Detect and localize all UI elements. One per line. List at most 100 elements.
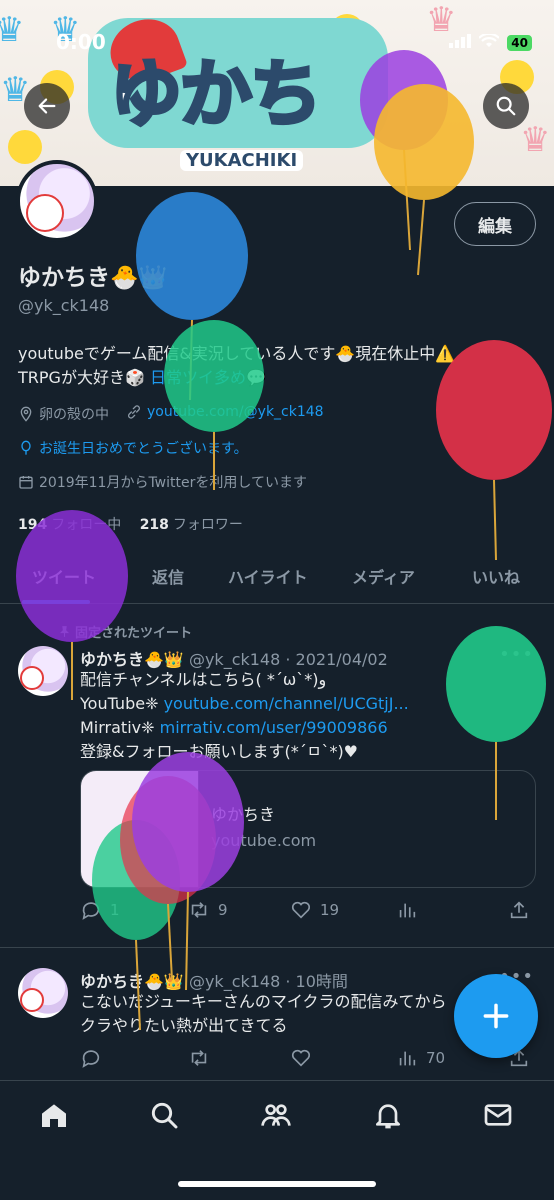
views-icon	[399, 903, 416, 918]
compose-icon	[483, 1003, 509, 1029]
following-link[interactable]: 194 フォロー中	[18, 517, 121, 533]
bio-line-2: TRPGが大好き🎲 日常ツイ多め💬	[18, 366, 538, 390]
like-icon	[291, 1049, 311, 1067]
pinned-tweet-label: 固定されたツイート	[58, 622, 192, 641]
views-button[interactable]	[396, 899, 426, 921]
following-count: 194	[18, 517, 48, 533]
tweet-actions: 70	[80, 1047, 540, 1073]
tweet-actions: 1 9 19	[80, 899, 540, 925]
wifi-icon	[478, 32, 501, 52]
back-arrow-icon	[38, 98, 56, 114]
like-button[interactable]: 19	[290, 899, 339, 921]
tab-tweets[interactable]: ツイート	[32, 564, 96, 588]
calendar-icon	[19, 476, 33, 489]
retweet-icon	[191, 902, 207, 918]
retweet-icon	[191, 1050, 207, 1066]
avatar-hen-illustration	[20, 988, 44, 1012]
like-button[interactable]	[290, 1047, 320, 1069]
followers-link[interactable]: 218 フォロワー	[140, 517, 243, 533]
reply-count: 1	[110, 901, 120, 919]
follow-stats: 194 フォロー中 218 フォロワー	[18, 514, 243, 534]
tab-media[interactable]: メディア	[352, 564, 415, 588]
mirrativ-link[interactable]: mirrativ.com/user/99009866	[160, 718, 388, 737]
profile-handle: @yk_ck148	[18, 296, 110, 315]
pin-icon	[59, 626, 70, 637]
profile-website[interactable]: youtube.com/@yk_ck148	[126, 404, 324, 420]
like-icon	[291, 901, 311, 919]
tweet-header: ゆかちき🐣👑 @yk_ck148 · 10時間	[80, 968, 348, 992]
bio-line-1: youtubeでゲーム配信&実況している人です🐣現在休止中⚠️	[18, 344, 456, 363]
share-button[interactable]	[508, 899, 530, 921]
profile-name: ゆかちき🐣👑	[18, 265, 168, 291]
tweet-line: Mirrativ❈ mirrativ.com/user/99009866	[80, 716, 540, 740]
edit-profile-button[interactable]: 編集	[454, 202, 536, 246]
tab-likes[interactable]: いいね	[472, 564, 520, 588]
communities-icon[interactable]	[260, 1099, 292, 1131]
youtube-link[interactable]: youtube.com/channel/UCGtjJ...	[164, 694, 409, 713]
retweet-button[interactable]: 9	[188, 899, 228, 921]
status-bar: 0:00 40	[0, 30, 554, 60]
tweet-line: 登録&フォローお願いします(*´ㅁ`*)♥	[80, 742, 359, 761]
status-time: 0:00	[56, 30, 106, 54]
home-indicator[interactable]	[178, 1181, 376, 1187]
bio-hashtag-link[interactable]: 日常ツイ多め	[150, 368, 246, 387]
website-link[interactable]: youtube.com/@yk_ck148	[147, 404, 324, 420]
tweet-line: 配信チャンネルはこちら( *ˊωˋ*)و	[80, 670, 327, 689]
tab-replies[interactable]: 返信	[152, 564, 184, 588]
home-icon[interactable]	[38, 1099, 70, 1131]
banner-crown-decoration: ♛	[520, 120, 551, 160]
battery-icon: 40	[507, 34, 532, 51]
tab-highlights[interactable]: ハイライト	[228, 564, 308, 588]
avatar-hen-illustration	[20, 666, 44, 690]
tweet-author-name[interactable]: ゆかちき🐣👑	[80, 650, 184, 669]
active-tab-indicator	[22, 600, 90, 604]
share-icon	[510, 901, 528, 919]
tweet-line: YouTube❈ youtube.com/channel/UCGtjJ...	[80, 692, 540, 716]
profile-tabs: ツイート 返信 ハイライト メディア いいね	[0, 548, 554, 604]
more-options-button[interactable]: •••	[499, 644, 534, 665]
tweet-author-name[interactable]: ゆかちき🐣👑	[80, 972, 184, 991]
profile-birthday: お誕生日おめでとうございます。	[18, 438, 248, 458]
notifications-icon[interactable]	[372, 1099, 404, 1131]
back-button[interactable]	[24, 83, 70, 129]
profile-joined: 2019年11月からTwitterを利用しています	[18, 472, 307, 492]
profile-bio: youtubeでゲーム配信&実況している人です🐣現在休止中⚠️ TRPGが大好き…	[18, 342, 538, 390]
views-button[interactable]: 70	[396, 1047, 445, 1069]
search-icon	[496, 96, 516, 116]
status-icons: 40	[449, 32, 532, 52]
link-icon	[128, 405, 140, 419]
avatar-hen-illustration	[26, 194, 64, 232]
tweet-meta: @yk_ck148 · 2021/04/02	[188, 650, 388, 669]
followers-count: 218	[139, 517, 169, 533]
profile-location: 卵の殻の中	[18, 404, 109, 424]
profile-avatar[interactable]	[16, 160, 98, 242]
link-preview-card[interactable]: ゆかちき youtube.com	[80, 770, 536, 888]
reply-button[interactable]: 1	[80, 899, 120, 921]
card-title: ゆかちき	[211, 805, 276, 824]
retweet-button[interactable]	[188, 1047, 218, 1069]
tweet-header: ゆかちき🐣👑 @yk_ck148 · 2021/04/02	[80, 646, 388, 670]
views-count: 70	[426, 1049, 446, 1067]
location-text: 卵の殻の中	[39, 407, 109, 423]
reply-icon	[82, 902, 100, 920]
bio-emoji: 💬	[245, 368, 266, 387]
bio-text: TRPGが大好き🎲	[18, 368, 150, 387]
profile-banner[interactable]: ♛ ♛ ♛ ♛ ♛ ゆかち YUKACHIKI	[0, 0, 554, 186]
tweet-avatar[interactable]	[18, 646, 68, 696]
banner-chick-decoration	[8, 130, 42, 164]
birthday-text: お誕生日おめでとうございます。	[39, 441, 248, 457]
tweet-text: YouTube❈	[80, 694, 164, 713]
reply-icon	[82, 1050, 100, 1068]
banner-logo-subtitle: YUKACHIKI	[180, 150, 304, 171]
pinned-label-text: 固定されたツイート	[75, 626, 193, 641]
retweet-count: 9	[218, 901, 228, 919]
messages-icon[interactable]	[482, 1099, 514, 1131]
tweet-text: Mirrativ❈	[80, 718, 160, 737]
views-icon	[399, 1051, 416, 1066]
tweet-avatar[interactable]	[18, 968, 68, 1018]
search-button[interactable]	[483, 83, 529, 129]
joined-text: 2019年11月からTwitterを利用しています	[39, 475, 307, 491]
reply-button[interactable]	[80, 1047, 110, 1069]
explore-icon[interactable]	[148, 1099, 180, 1131]
compose-tweet-button[interactable]	[454, 974, 538, 1058]
